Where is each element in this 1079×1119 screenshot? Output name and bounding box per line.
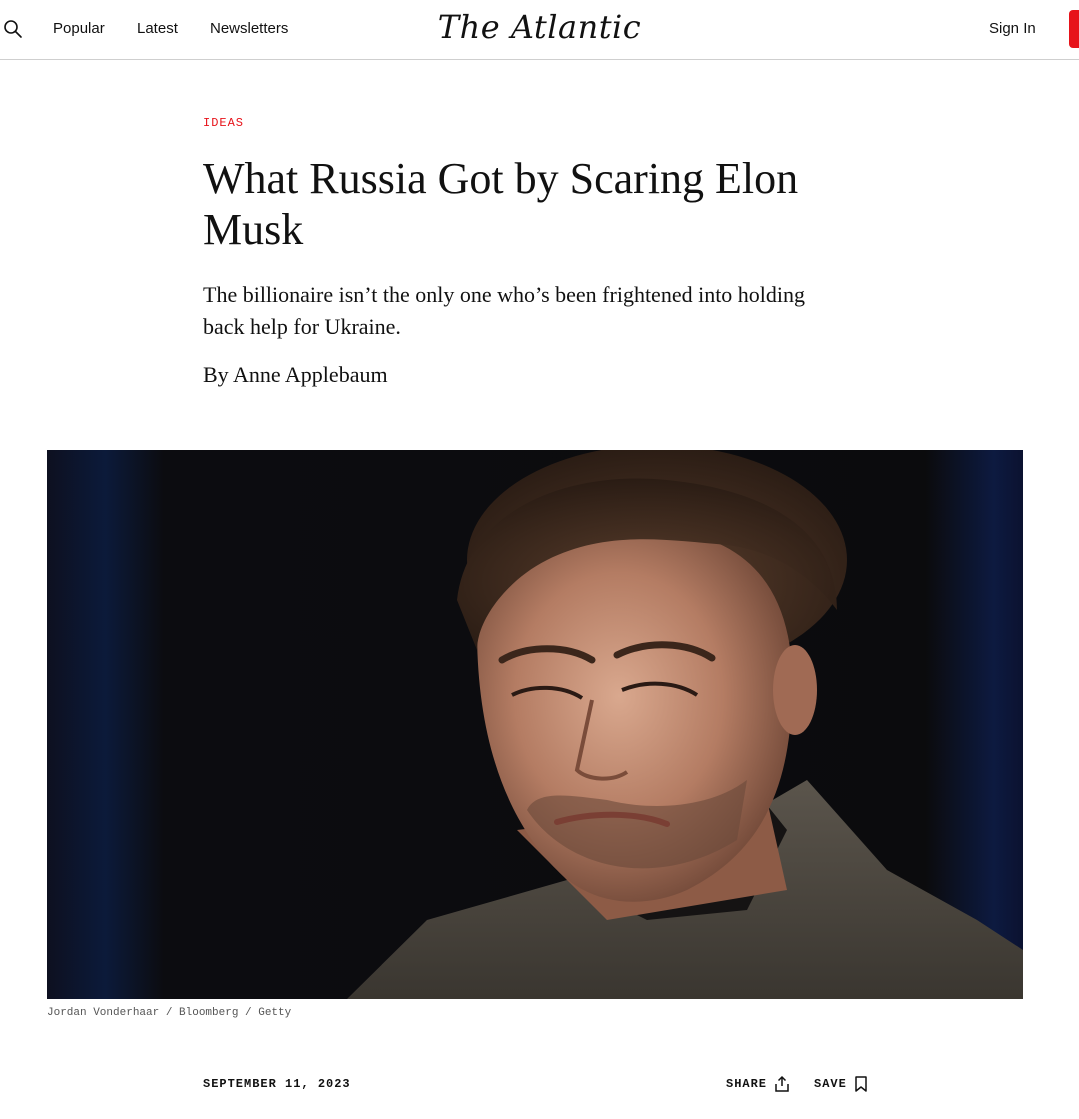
subscribe-button[interactable] xyxy=(1069,10,1079,48)
dek-line-2: back help for Ukraine. xyxy=(203,314,401,339)
search-button[interactable] xyxy=(2,18,24,40)
nav-popular-link[interactable]: Popular xyxy=(53,20,105,37)
byline-prefix: By xyxy=(203,362,229,387)
share-icon xyxy=(775,1075,789,1092)
nav-newsletters-link[interactable]: Newsletters xyxy=(210,20,288,37)
headline-line-1: What Russia Got by Scaring Elon xyxy=(203,154,799,203)
lead-photo xyxy=(47,450,1023,999)
sign-in-link[interactable]: Sign In xyxy=(989,20,1036,37)
dek-line-1: The billionaire isn’t the only one who’s… xyxy=(203,282,806,307)
byline: By Anne Applebaum xyxy=(203,362,388,388)
share-label: SHARE xyxy=(726,1077,768,1091)
save-button[interactable]: SAVE xyxy=(814,1073,869,1095)
site-header: Popular Latest Newsletters The Atlantic … xyxy=(0,0,1079,60)
search-icon xyxy=(4,20,22,38)
save-label: SAVE xyxy=(814,1077,847,1091)
article-headline: What Russia Got by Scaring Elon Musk xyxy=(203,153,843,255)
publish-date: SEPTEMBER 11, 2023 xyxy=(203,1077,351,1091)
article-dek: The billionaire isn’t the only one who’s… xyxy=(203,279,853,343)
author-link[interactable]: Anne Applebaum xyxy=(233,362,388,387)
site-logo[interactable]: The Atlantic xyxy=(438,8,641,46)
bookmark-icon xyxy=(855,1076,867,1092)
headline-line-2: Musk xyxy=(203,205,304,254)
section-label[interactable]: IDEAS xyxy=(203,116,244,130)
share-button[interactable]: SHARE xyxy=(726,1073,791,1095)
nav-latest-link[interactable]: Latest xyxy=(137,20,178,37)
image-credit: Jordan Vonderhaar / Bloomberg / Getty xyxy=(47,1007,292,1019)
